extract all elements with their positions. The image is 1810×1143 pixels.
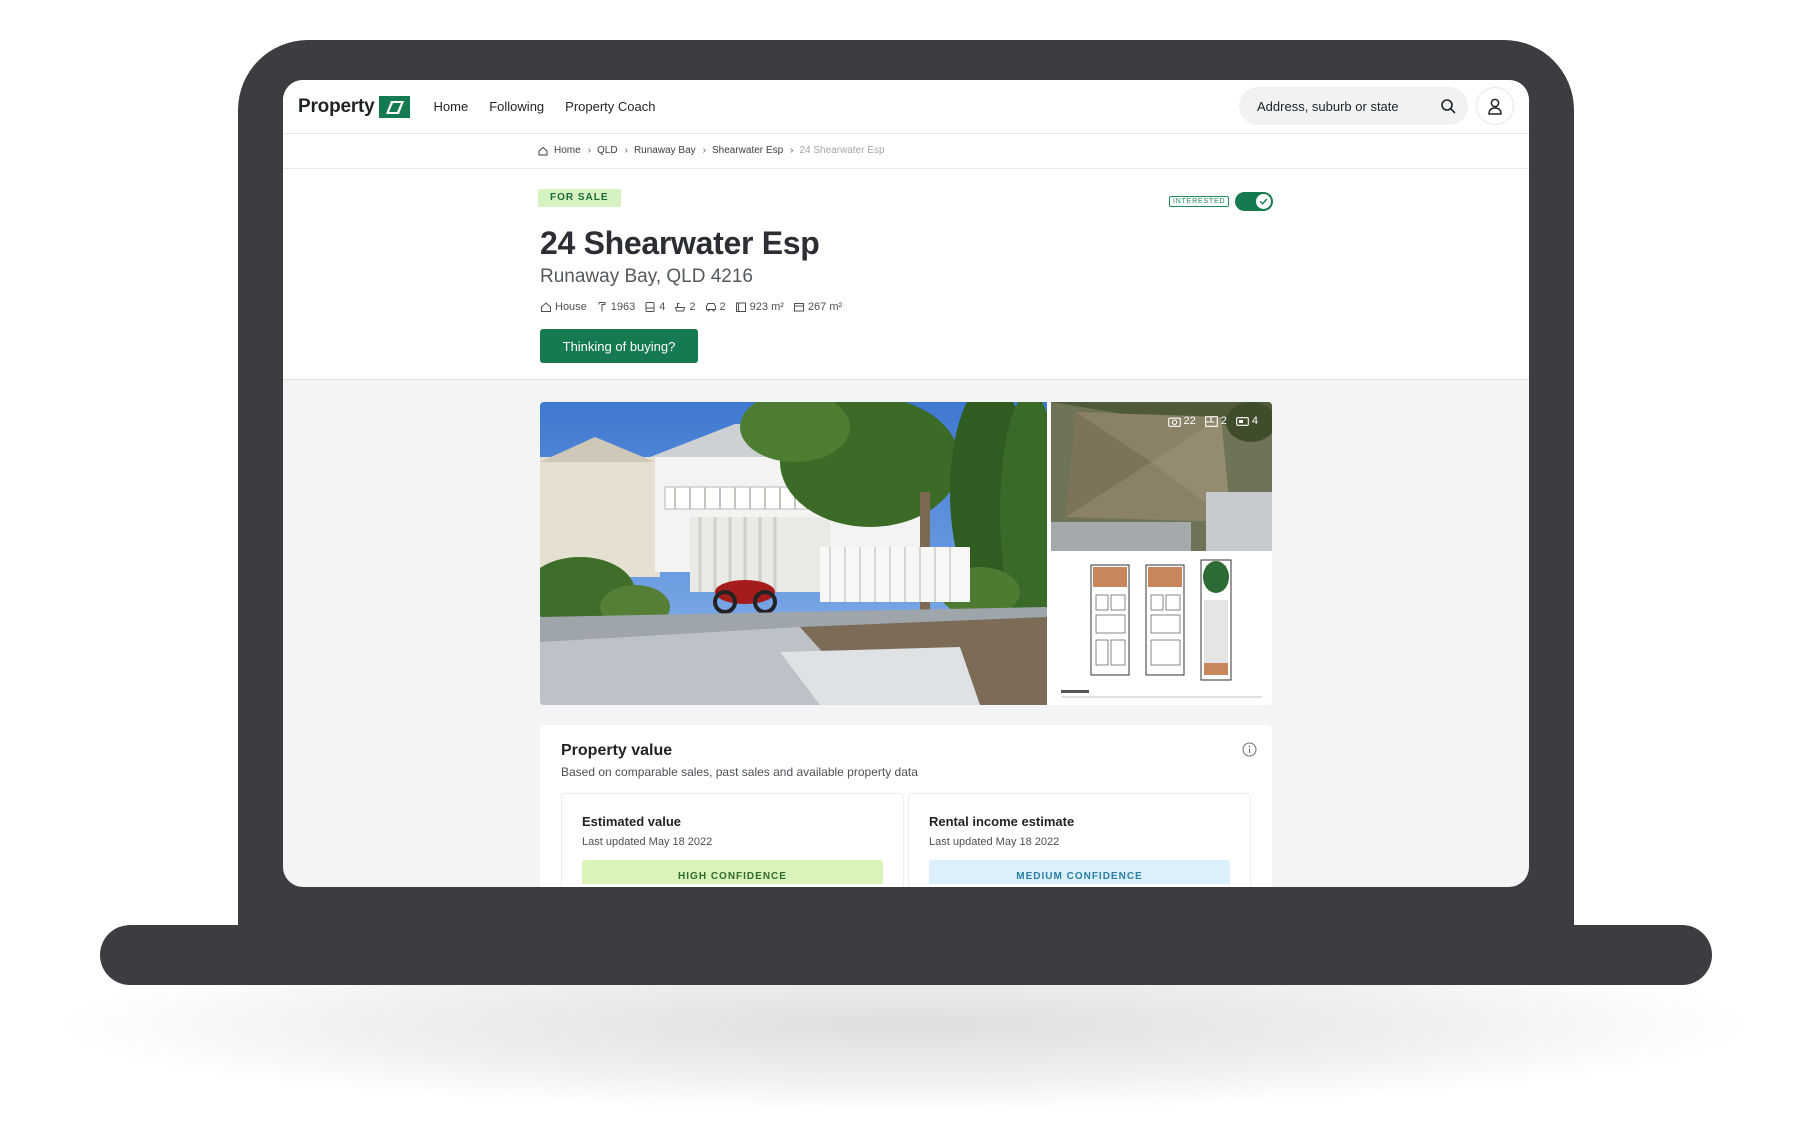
breadcrumb-label: Home — [554, 145, 581, 156]
feature-baths-label: 2 — [689, 301, 696, 313]
photo-count-label: 22 — [1183, 415, 1196, 427]
floor-area-icon — [793, 303, 804, 312]
feature-floor-label: 267 m² — [807, 301, 843, 313]
site-header: Property Home Following Property Coach — [283, 80, 1529, 134]
nav-property-coach[interactable]: Property Coach — [565, 99, 655, 114]
feature-cars: 2 — [705, 301, 726, 313]
rental-estimate-panel[interactable]: Rental income estimate Last updated May … — [908, 793, 1251, 887]
property-value-card: Property value Based on comparable sales… — [540, 725, 1272, 887]
chevron-right-icon: › — [587, 145, 592, 156]
feature-floor: 267 m² — [793, 301, 842, 313]
search-box — [1239, 87, 1468, 125]
video-count-label: 4 — [1251, 415, 1258, 427]
breadcrumb-bar: Home › QLD › Runaway Bay › Shearwater Es… — [283, 134, 1529, 169]
user-icon — [1488, 98, 1502, 115]
video-icon — [1236, 416, 1249, 426]
listing-hero: FOR SALE INTERESTED 24 Shearwater Esp Ru… — [283, 169, 1529, 380]
breadcrumb-state[interactable]: QLD — [597, 145, 618, 156]
main-property-photo[interactable] — [540, 402, 1047, 705]
interested-toggle-group: INTERESTED — [1169, 192, 1274, 211]
rental-estimate-updated: Last updated May 18 2022 — [929, 836, 1060, 848]
feature-land-label: 923 m² — [749, 301, 784, 313]
bath-icon — [675, 303, 686, 312]
property-value-title: Property value — [561, 742, 673, 759]
rental-estimate-title: Rental income estimate — [929, 814, 1075, 829]
chevron-right-icon: › — [790, 145, 794, 156]
interested-toggle[interactable] — [1235, 192, 1274, 211]
nav-home[interactable]: Home — [434, 99, 469, 114]
feature-type-label: House — [555, 301, 587, 313]
browser-screen: Property Home Following Property Coach A… — [283, 80, 1529, 887]
breadcrumb-suburb[interactable]: Runaway Bay — [634, 145, 696, 156]
feature-land: 923 m² — [735, 301, 784, 313]
feature-beds: 4 — [644, 301, 665, 313]
gallery-counts: 22 2 4 — [1159, 415, 1258, 427]
property-value-subtitle: Based on comparable sales, past sales an… — [561, 765, 918, 779]
hammer-icon — [598, 302, 606, 312]
land-size-icon — [735, 302, 746, 312]
main-nav: Home Following Property Coach — [434, 99, 677, 114]
nav-following[interactable]: Following — [489, 99, 544, 114]
feature-cars-label: 2 — [719, 301, 726, 313]
info-icon[interactable] — [1242, 742, 1257, 757]
page-title: 24 Shearwater Esp — [540, 225, 820, 261]
estimated-value-panel[interactable]: Estimated value Last updated May 18 2022… — [561, 793, 904, 887]
interested-label: INTERESTED — [1169, 196, 1230, 207]
feature-year-label: 1963 — [610, 301, 636, 313]
floorplan-count[interactable]: 2 — [1204, 415, 1227, 427]
floorplan-image[interactable] — [1051, 555, 1272, 705]
high-confidence-badge: HIGH CONFIDENCE — [582, 860, 883, 884]
feature-type: House — [540, 301, 587, 313]
estimated-value-title: Estimated value — [582, 814, 681, 829]
breadcrumb-home[interactable]: Home — [538, 145, 581, 156]
check-icon — [1260, 198, 1268, 205]
feature-baths: 2 — [674, 301, 696, 313]
breadcrumb: Home › QLD › Runaway Bay › Shearwater Es… — [538, 145, 885, 156]
house-icon — [541, 302, 551, 312]
camera-icon — [1167, 417, 1181, 427]
photo-count[interactable]: 22 — [1167, 415, 1196, 427]
account-button[interactable] — [1476, 87, 1514, 125]
search-icon[interactable] — [1440, 98, 1456, 114]
logo-text: Property — [298, 95, 375, 117]
feature-year: 1963 — [596, 301, 635, 313]
home-icon — [538, 146, 548, 155]
breadcrumb-current: 24 Shearwater Esp — [799, 145, 885, 156]
property-features: House 1963 4 2 2 923 m² 267 m² — [540, 301, 851, 313]
bed-icon — [645, 302, 655, 312]
toggle-knob — [1256, 194, 1272, 209]
chevron-right-icon: › — [624, 145, 628, 156]
thinking-of-buying-button[interactable]: Thinking of buying? — [540, 329, 698, 363]
chevron-right-icon: › — [702, 145, 706, 156]
floorplan-icon — [1204, 415, 1218, 427]
logo-mark-icon — [378, 95, 410, 118]
search-input[interactable] — [1257, 98, 1427, 114]
photo-gallery: 22 2 4 metromap — [540, 402, 1272, 705]
floorplan-count-label: 2 — [1220, 415, 1227, 427]
feature-beds-label: 4 — [659, 301, 666, 313]
car-icon — [705, 303, 716, 312]
site-logo[interactable]: Property — [298, 95, 410, 118]
address-subtitle: Runaway Bay, QLD 4216 — [540, 266, 753, 287]
medium-confidence-badge: MEDIUM CONFIDENCE — [929, 860, 1230, 884]
status-badge: FOR SALE — [538, 189, 621, 207]
breadcrumb-street[interactable]: Shearwater Esp — [712, 145, 783, 156]
laptop-base — [100, 925, 1712, 985]
video-count[interactable]: 4 — [1236, 415, 1258, 427]
estimated-value-updated: Last updated May 18 2022 — [582, 836, 713, 848]
